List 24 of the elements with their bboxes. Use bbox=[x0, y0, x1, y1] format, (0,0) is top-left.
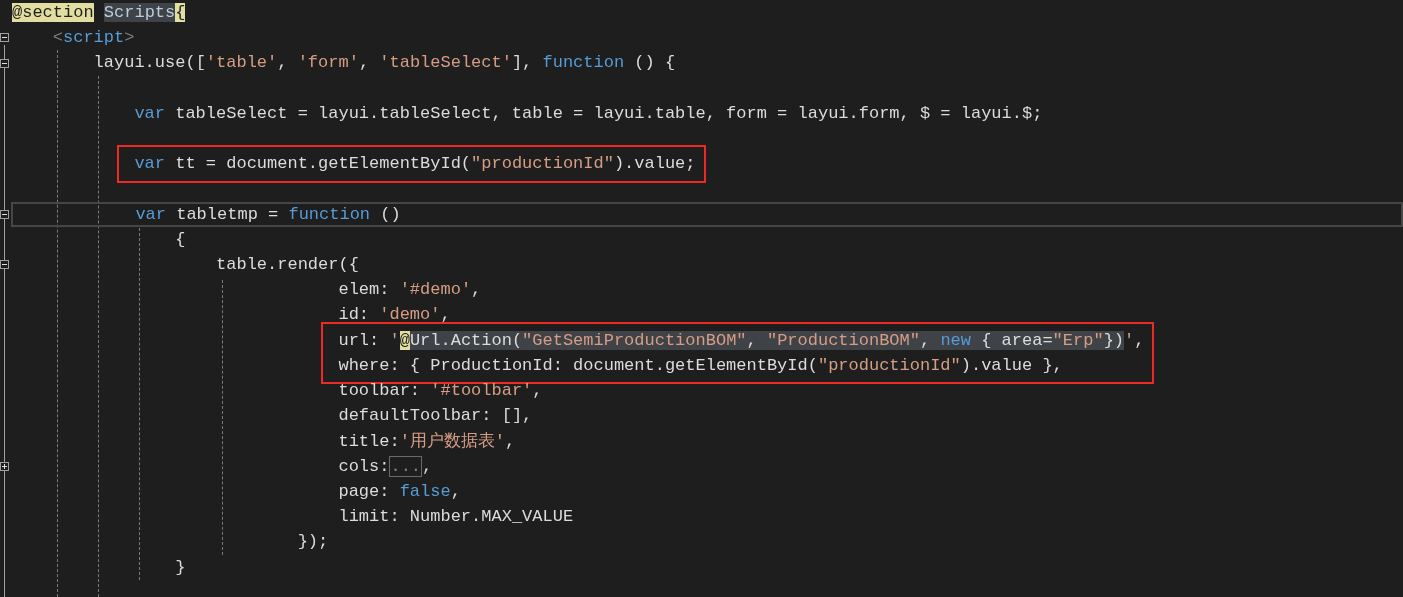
code-line: id: 'demo', bbox=[338, 304, 451, 327]
code-line: table.render({ bbox=[216, 254, 359, 277]
code-line: toolbar: '#toolbar', bbox=[338, 380, 543, 403]
code-line: <script> bbox=[52, 27, 135, 50]
code-line: }); bbox=[297, 531, 329, 554]
collapse-icon[interactable] bbox=[0, 33, 9, 43]
collapse-icon[interactable] bbox=[0, 58, 9, 68]
code-line: limit: Number.MAX_VALUE bbox=[338, 506, 574, 529]
code-line: where: { ProductionId: document.getElementById("productionId").value }, bbox=[338, 354, 1063, 377]
collapse-icon[interactable] bbox=[0, 260, 9, 270]
code-line: title:'用户数据表', bbox=[338, 430, 516, 453]
code-line: var tableSelect = layui.tableSelect, table = layui.table, form = layui.form, $ = layui.$; bbox=[134, 102, 1043, 125]
code-line: var tabletmp = function () bbox=[135, 203, 401, 226]
code-line: page: false, bbox=[338, 481, 461, 503]
code-line: cols:..., bbox=[338, 454, 433, 479]
code-line: defaultToolbar: [], bbox=[338, 405, 533, 428]
code-line: var tt = document.getElementById("productionId").value; bbox=[134, 153, 696, 176]
collapse-icon[interactable] bbox=[0, 209, 9, 219]
expand-icon[interactable] bbox=[0, 462, 9, 472]
code-line: @section Scripts{ bbox=[12, 1, 186, 24]
code-line: elem: '#demo', bbox=[338, 279, 482, 302]
code-line: layui.use(['table', 'form', 'tableSelect'], function () { bbox=[93, 52, 676, 75]
code-line: { bbox=[175, 228, 186, 251]
code-line: } bbox=[175, 556, 186, 579]
